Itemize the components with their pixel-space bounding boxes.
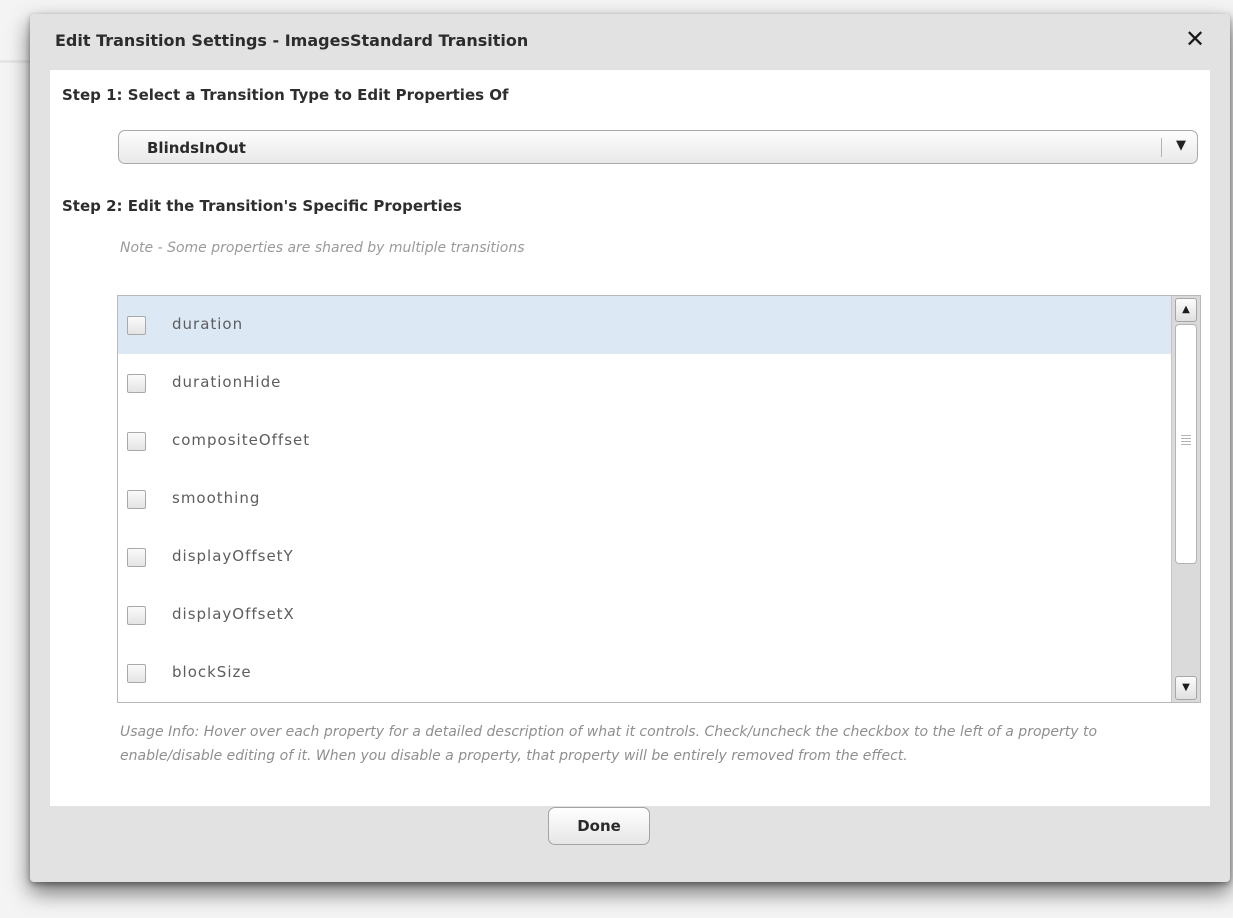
property-label: displayOffsetX [172,605,295,623]
property-checkbox[interactable] [127,316,146,335]
dialog-content: Step 1: Select a Transition Type to Edit… [50,70,1210,806]
property-label: compositeOffset [172,431,311,449]
scroll-up-button[interactable]: ▲ [1175,298,1197,322]
list-item[interactable]: blockSize [118,644,1171,702]
scroll-down-button[interactable]: ▼ [1175,676,1197,700]
arrow-down-icon: ▼ [1182,682,1190,693]
property-checkbox[interactable] [127,490,146,509]
list-item[interactable]: duration [118,296,1171,354]
chevron-down-icon: ▼ [1176,138,1186,153]
property-checkbox[interactable] [127,374,146,393]
close-button[interactable]: ✕ [1182,24,1208,54]
arrow-up-icon: ▲ [1182,304,1190,315]
property-checkbox[interactable] [127,606,146,625]
list-item[interactable]: displayOffsetY [118,528,1171,586]
property-label: blockSize [172,663,252,681]
list-item[interactable]: durationHide [118,354,1171,412]
property-label: displayOffsetY [172,547,294,565]
usage-info-text: Usage Info: Hover over each property for… [120,724,1098,764]
edit-transition-dialog: Edit Transition Settings - ImagesStandar… [30,14,1230,882]
step1-heading: Step 1: Select a Transition Type to Edit… [62,86,509,104]
property-checkbox[interactable] [127,664,146,683]
properties-list: duration durationHide compositeOffset sm… [117,295,1201,703]
select-value: BlindsInOut [147,139,246,157]
property-checkbox[interactable] [127,548,146,567]
property-label: duration [172,315,244,333]
done-button[interactable]: Done [548,807,650,845]
list-item[interactable]: compositeOffset [118,412,1171,470]
dialog-title: Edit Transition Settings - ImagesStandar… [55,31,529,50]
select-divider [1161,138,1162,157]
list-item[interactable]: displayOffsetX [118,586,1171,644]
note-text: Note - Some properties are shared by mul… [120,240,525,256]
grip-icon [1181,435,1191,445]
close-icon: ✕ [1184,25,1206,53]
property-label: durationHide [172,373,282,391]
list-scrollbar[interactable]: ▲ ▼ [1171,296,1200,702]
transition-type-select[interactable]: BlindsInOut ▼ [118,130,1198,164]
list-item[interactable]: smoothing [118,470,1171,528]
step2-heading: Step 2: Edit the Transition's Specific P… [62,197,462,215]
property-checkbox[interactable] [127,432,146,451]
property-label: smoothing [172,489,261,507]
scroll-thumb[interactable] [1175,324,1197,564]
